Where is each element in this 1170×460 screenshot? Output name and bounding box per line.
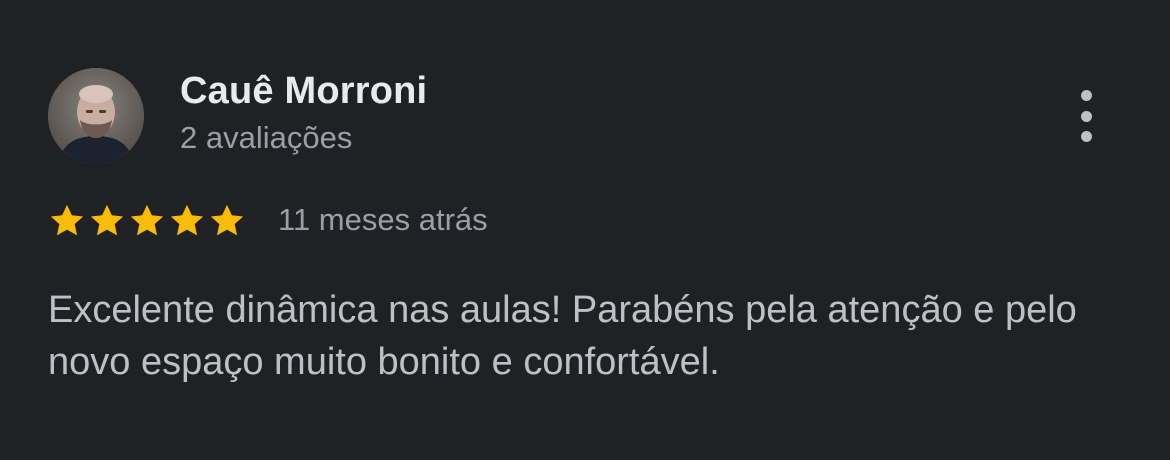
star-icon — [170, 204, 204, 236]
author-review-count: 2 avaliações — [180, 120, 353, 155]
more-vert-icon — [1080, 90, 1092, 101]
star-icon — [50, 204, 84, 236]
review-card: Cauê Morroni 2 avaliações 11 meses atrás… — [0, 0, 1170, 460]
avatar-photo — [48, 68, 144, 164]
review-time: 11 meses atrás — [278, 202, 488, 237]
star-icon — [130, 204, 164, 236]
star-icon — [210, 204, 244, 236]
author-name[interactable]: Cauê Morroni — [180, 70, 427, 113]
star-rating — [48, 202, 246, 242]
review-text: Excelente dinâmica nas aulas! Parabéns p… — [48, 289, 1077, 383]
avatar[interactable] — [48, 68, 144, 164]
star-icon — [90, 204, 124, 236]
more-options-button[interactable] — [1066, 88, 1106, 144]
